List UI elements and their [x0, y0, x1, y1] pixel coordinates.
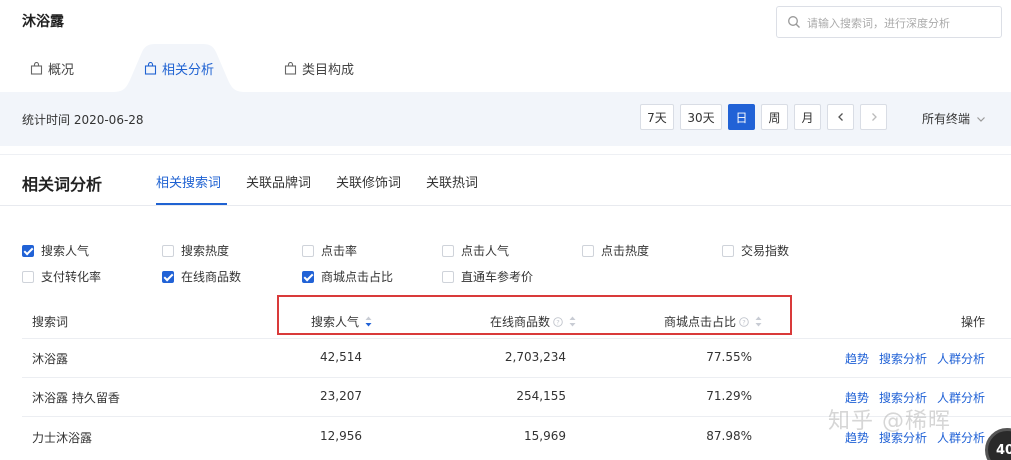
option-label: 支付转化率: [41, 270, 102, 284]
popularity-cell: 12,956: [320, 429, 362, 443]
search-icon: [788, 16, 800, 28]
keyword-cell: 沐浴露 持久留香: [32, 391, 120, 405]
chevron-right-icon: [871, 113, 877, 121]
online-items-cell: 2,703,234: [504, 350, 566, 364]
checkbox[interactable]: [722, 244, 734, 257]
watermark: 知乎 @稀晖: [828, 409, 951, 434]
search-analysis-link[interactable]: 搜索分析: [879, 350, 927, 367]
option-trade-index[interactable]: 交易指数: [722, 242, 789, 259]
option-label: 商城点击占比: [321, 270, 394, 284]
option-label: 交易指数: [741, 244, 790, 258]
popularity-cell: 23,207: [320, 389, 362, 403]
option-label: 点击率: [321, 244, 358, 258]
divider: [0, 205, 1011, 206]
tab-category[interactable]: 类目构成: [284, 44, 354, 92]
tab-label: 概况: [48, 62, 75, 78]
option-click-heat[interactable]: 点击热度: [582, 242, 649, 259]
tab-label: 相关分析: [162, 62, 215, 78]
range-week-button[interactable]: 周: [761, 104, 788, 130]
option-pay-conversion[interactable]: 支付转化率: [22, 268, 101, 285]
next-date-button[interactable]: [860, 104, 887, 130]
range-day-button[interactable]: 日: [728, 104, 755, 130]
checkbox[interactable]: [442, 270, 454, 283]
checkbox-checked[interactable]: [162, 270, 174, 283]
search-box[interactable]: [776, 6, 1002, 38]
option-label: 在线商品数: [181, 270, 242, 284]
highlight-box: [277, 295, 792, 335]
option-click-popularity[interactable]: 点击人气: [442, 242, 509, 259]
option-online-items[interactable]: 在线商品数: [162, 268, 241, 285]
terminal-select[interactable]: 所有终端: [922, 110, 986, 127]
prev-date-button[interactable]: [827, 104, 854, 130]
option-label: 点击热度: [601, 244, 650, 258]
checkbox[interactable]: [162, 244, 174, 257]
column-header-actions: 操作: [961, 315, 986, 329]
option-mall-click-ratio[interactable]: 商城点击占比: [302, 268, 393, 285]
option-click-rate[interactable]: 点击率: [302, 242, 357, 259]
popularity-cell: 42,514: [320, 350, 362, 364]
terminal-label: 所有终端: [922, 112, 971, 126]
bag-icon: [144, 61, 157, 75]
date-bar: 统计时间 2020-06-28 7天 30天 日 周 月 所有终端: [0, 92, 1011, 146]
badge-count: 40: [996, 443, 1011, 458]
subtab-related-search-words[interactable]: 相关搜索词: [156, 172, 221, 191]
section-title: 相关词分析: [22, 175, 103, 194]
option-label: 直通车参考价: [461, 270, 534, 284]
main-tabs: 概况 相关分析 类目构成: [0, 44, 1011, 92]
row-divider: [22, 377, 1011, 378]
product-title: 沐浴露: [22, 14, 64, 30]
search-input[interactable]: [807, 13, 995, 33]
chevron-down-icon: [977, 116, 985, 122]
range-30-days-button[interactable]: 30天: [680, 104, 722, 130]
option-ztc-price[interactable]: 直通车参考价: [442, 268, 533, 285]
checkbox-checked[interactable]: [22, 244, 34, 257]
tab-related-analysis[interactable]: 相关分析: [144, 44, 214, 92]
subtab-modifier-words[interactable]: 关联修饰词: [336, 172, 401, 191]
tab-overview[interactable]: 概况: [30, 44, 74, 92]
page-header: 沐浴露 概况 相关分析 类目构成: [0, 0, 1011, 92]
range-7-days-button[interactable]: 7天: [640, 104, 674, 130]
bag-icon: [284, 61, 297, 75]
option-label: 搜索人气: [41, 244, 90, 258]
mall-ratio-cell: 71.29%: [706, 389, 752, 403]
subtab-hot-words[interactable]: 关联热词: [426, 172, 478, 191]
option-search-popularity[interactable]: 搜索人气: [22, 242, 89, 259]
bag-icon: [30, 61, 43, 75]
tab-label: 类目构成: [302, 62, 355, 78]
range-month-button[interactable]: 月: [794, 104, 821, 130]
mall-ratio-cell: 87.98%: [706, 429, 752, 443]
mall-ratio-cell: 77.55%: [706, 350, 752, 364]
checkbox[interactable]: [22, 270, 34, 283]
subtab-brand-words[interactable]: 关联品牌词: [246, 172, 311, 191]
option-label: 搜索热度: [181, 244, 230, 258]
option-search-heat[interactable]: 搜索热度: [162, 242, 229, 259]
row-divider: [22, 338, 1011, 339]
column-header-keyword: 搜索词: [32, 315, 69, 329]
stat-time: 统计时间 2020-06-28: [22, 113, 144, 127]
crowd-analysis-link[interactable]: 人群分析: [937, 350, 985, 367]
checkbox-checked[interactable]: [302, 270, 314, 283]
keyword-cell: 沐浴露: [32, 352, 69, 366]
option-label: 点击人气: [461, 244, 510, 258]
checkbox[interactable]: [582, 244, 594, 257]
trend-link[interactable]: 趋势: [845, 350, 869, 367]
online-items-cell: 254,155: [516, 389, 566, 403]
checkbox[interactable]: [302, 244, 314, 257]
keyword-cell: 力士沐浴露: [32, 431, 93, 445]
checkbox[interactable]: [442, 244, 454, 257]
online-items-cell: 15,969: [524, 429, 566, 443]
chevron-left-icon: [837, 113, 843, 121]
